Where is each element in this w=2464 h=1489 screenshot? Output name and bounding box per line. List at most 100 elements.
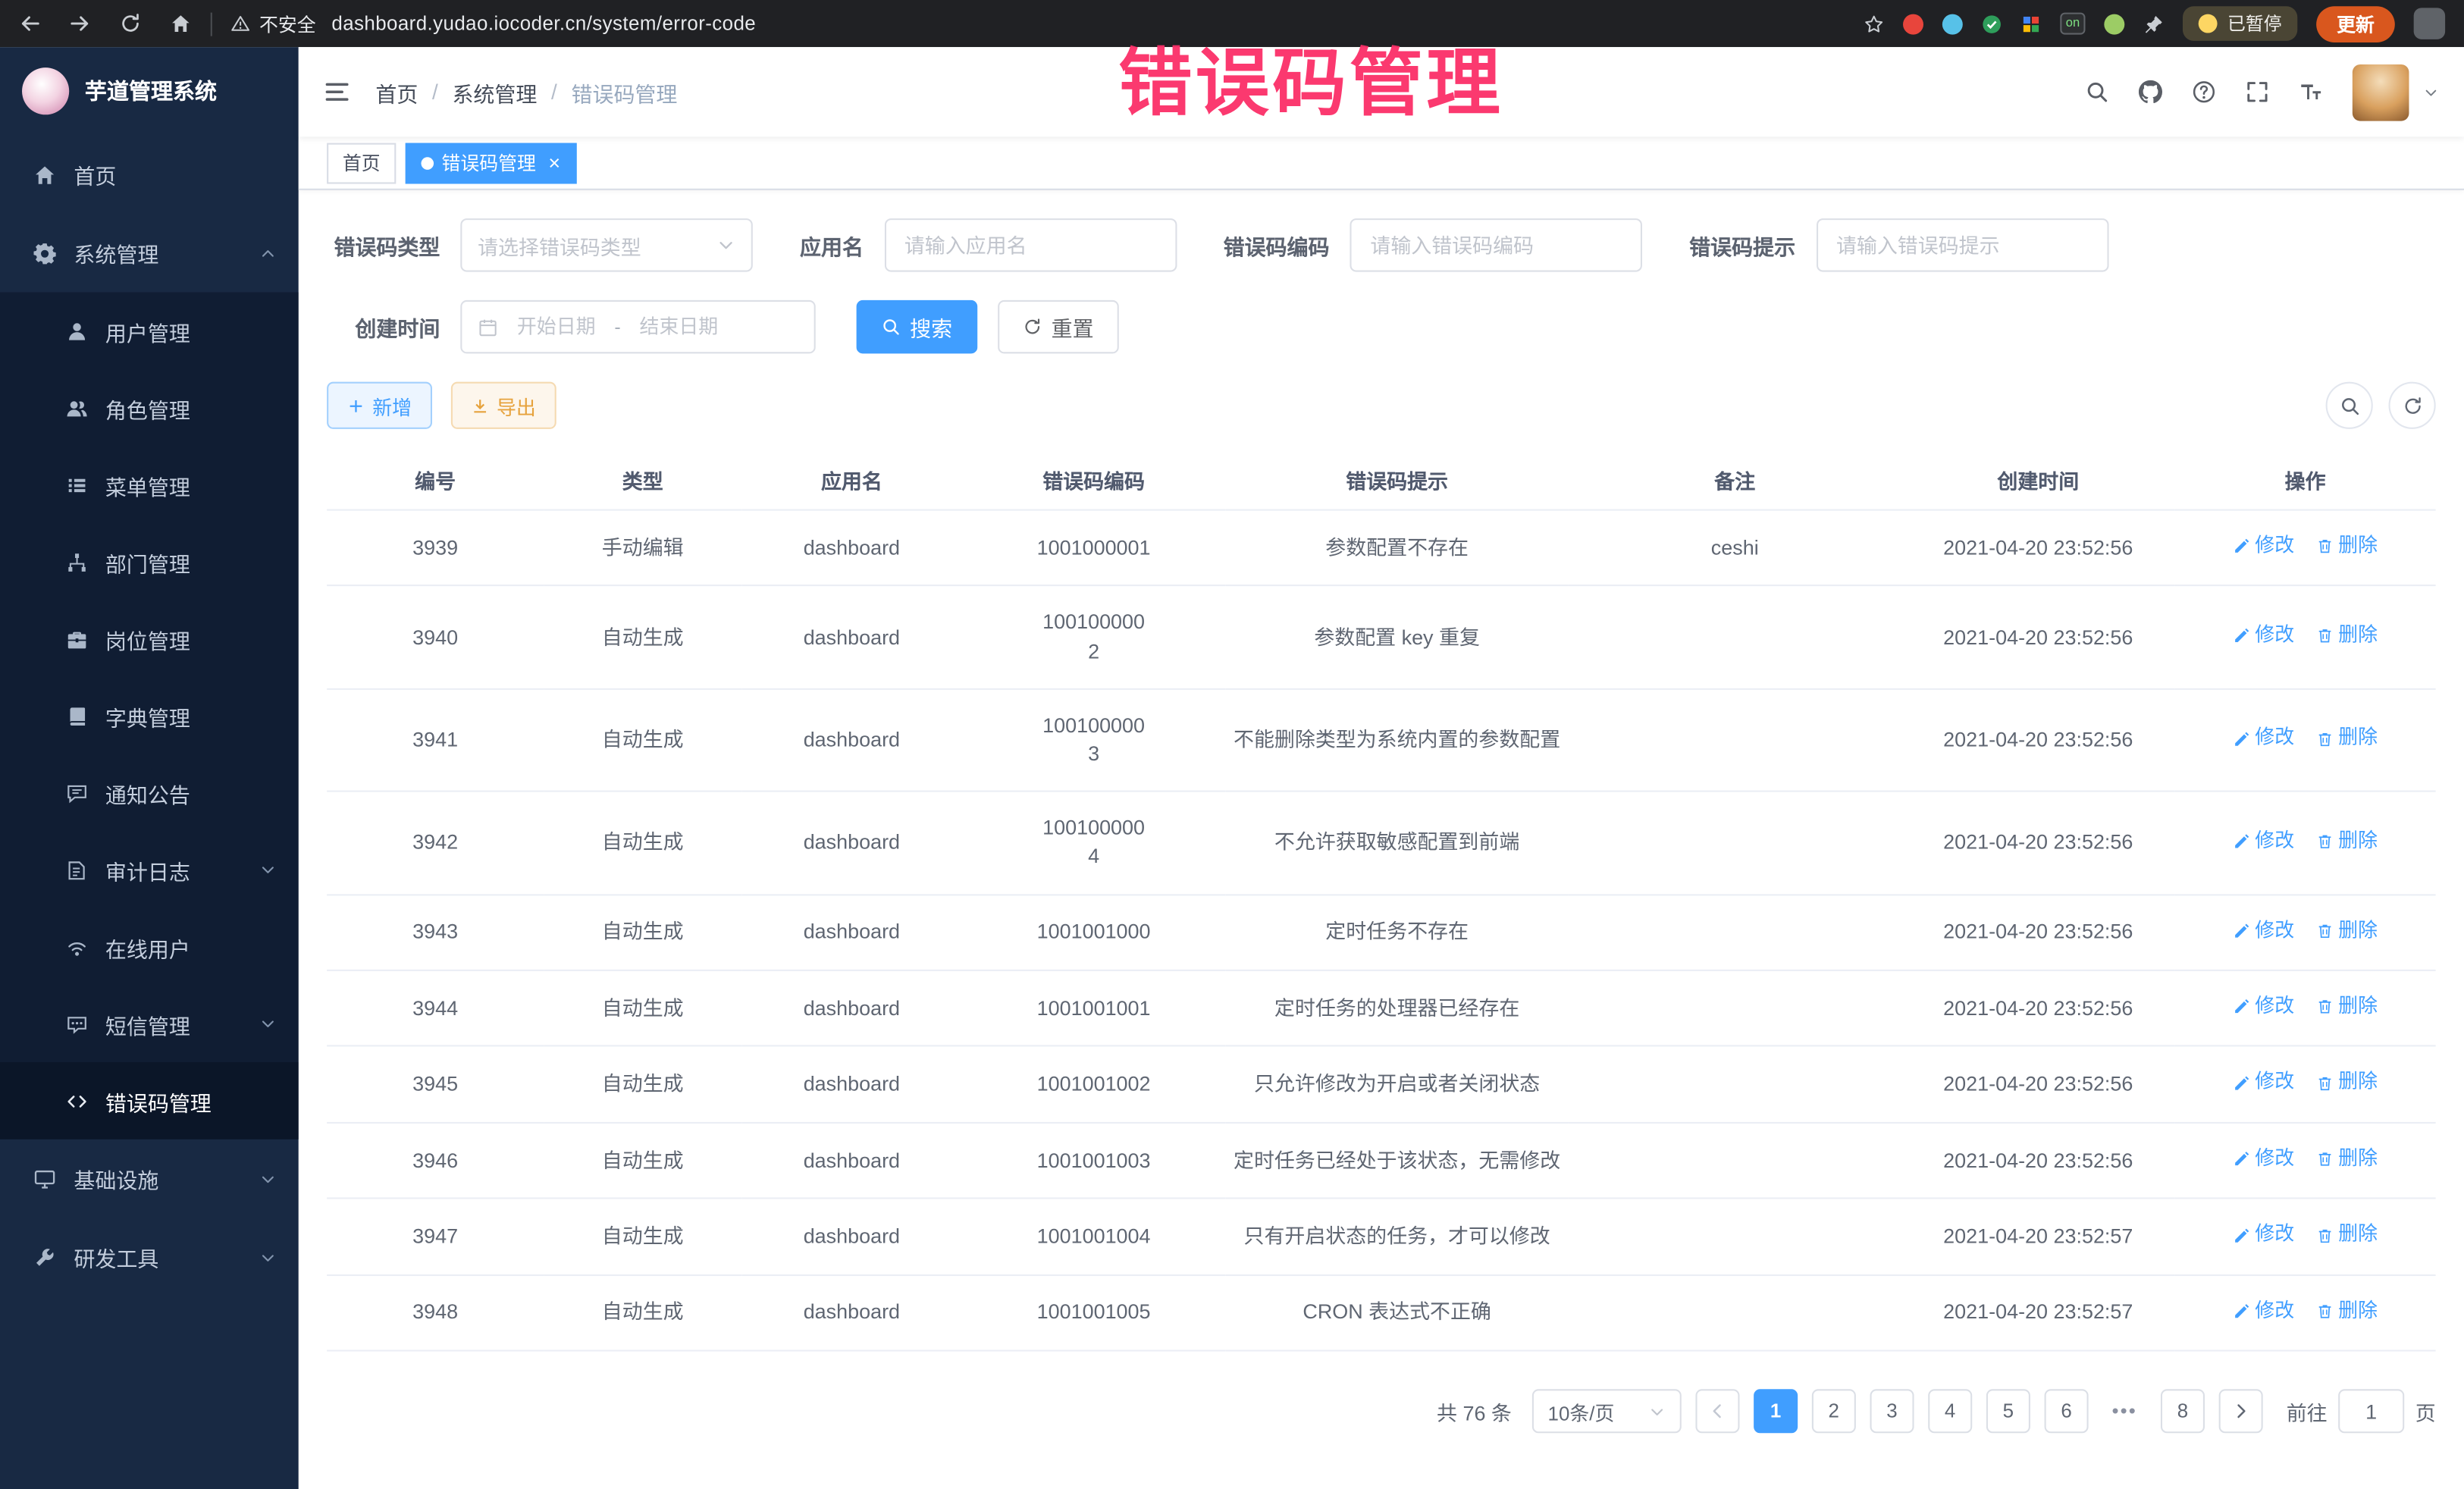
date-range-picker[interactable]: - <box>460 300 815 353</box>
search-button[interactable]: 搜索 <box>857 300 978 353</box>
font-size-icon[interactable] <box>2299 80 2322 104</box>
error-message-input[interactable] <box>1816 218 2108 271</box>
extension-icon-on[interactable]: on <box>2059 13 2086 35</box>
column-header-2: 应用名 <box>741 451 961 510</box>
export-button[interactable]: 导出 <box>451 382 556 429</box>
pager-page-2[interactable]: 2 <box>1812 1390 1856 1434</box>
reset-button[interactable]: 重置 <box>998 300 1119 353</box>
sidebar-item-home[interactable]: 首页 <box>0 135 299 214</box>
edit-link[interactable]: 修改 <box>2233 1146 2294 1173</box>
pager-page-4[interactable]: 4 <box>1928 1390 1972 1434</box>
refresh-table-button[interactable] <box>2389 382 2436 429</box>
cell-message: 定时任务的处理器已经存在 <box>1226 970 1569 1046</box>
browser-home-icon[interactable] <box>170 13 192 35</box>
cell-type: 自动生成 <box>544 1274 741 1350</box>
sidebar-item-sms-management[interactable]: 短信管理 <box>0 986 299 1063</box>
edit-link[interactable]: 修改 <box>2233 533 2294 560</box>
extension-icon-blue[interactable] <box>1942 14 1962 34</box>
browser-back-icon[interactable] <box>19 13 41 35</box>
sidebar-item-menu-management[interactable]: 菜单管理 <box>0 447 299 524</box>
close-icon[interactable]: × <box>548 152 560 173</box>
table-row: 3943自动生成dashboard1001001000定时任务不存在2021-0… <box>327 894 2436 970</box>
bookmark-star-icon[interactable] <box>1863 14 1883 34</box>
sidebar-item-infrastructure[interactable]: 基础设施 <box>0 1139 299 1218</box>
sidebar-item-audit-log[interactable]: 审计日志 <box>0 831 299 908</box>
sidebar-item-dict-management[interactable]: 字典管理 <box>0 677 299 754</box>
edit-link[interactable]: 修改 <box>2233 993 2294 1020</box>
hamburger-icon[interactable] <box>324 79 350 105</box>
goto-page-input[interactable] <box>2338 1390 2404 1434</box>
delete-link[interactable]: 删除 <box>2316 1221 2378 1249</box>
sidebar-item-dept-management[interactable]: 部门管理 <box>0 523 299 600</box>
chevron-down-icon[interactable] <box>2423 84 2439 100</box>
app-logo[interactable]: 芋道管理系统 <box>0 47 299 135</box>
tag-home[interactable]: 首页 <box>327 143 396 183</box>
delete-link[interactable]: 删除 <box>2316 622 2378 650</box>
update-button[interactable]: 更新 <box>2316 5 2395 42</box>
delete-link[interactable]: 删除 <box>2316 993 2378 1020</box>
end-date-input[interactable] <box>630 316 728 338</box>
app-name-input[interactable] <box>884 218 1177 271</box>
user-icon <box>66 320 88 342</box>
tag-error-code[interactable]: 错误码管理× <box>406 143 576 183</box>
delete-link[interactable]: 删除 <box>2316 828 2378 855</box>
github-icon[interactable] <box>2139 80 2162 104</box>
start-date-input[interactable] <box>507 316 605 338</box>
breadcrumb-item[interactable]: 系统管理 <box>452 77 537 108</box>
browser-reload-icon[interactable] <box>120 13 142 35</box>
edit-link[interactable]: 修改 <box>2233 725 2294 752</box>
header-search-icon[interactable] <box>2085 80 2108 104</box>
extension-icon-green[interactable] <box>2105 14 2125 34</box>
delete-link[interactable]: 删除 <box>2316 1146 2378 1173</box>
extension-icon-grid[interactable] <box>2020 14 2041 34</box>
breadcrumb-item[interactable]: 首页 <box>375 77 418 108</box>
pager-page-6[interactable]: 6 <box>2045 1390 2089 1434</box>
sidebar-item-user-management[interactable]: 用户管理 <box>0 293 299 370</box>
cell-message: 定时任务不存在 <box>1226 894 1569 970</box>
sidebar-item-system-management[interactable]: 系统管理 <box>0 214 299 293</box>
extension-icon-red[interactable] <box>1902 14 1923 34</box>
address-bar[interactable]: dashboard.yudao.iocoder.cn/system/error-… <box>331 13 756 35</box>
paused-badge[interactable]: 已暂停 <box>2183 6 2297 41</box>
error-code-input[interactable] <box>1350 218 1642 271</box>
pager-ellipsis[interactable]: ••• <box>2102 1390 2146 1434</box>
sidebar-item-notice[interactable]: 通知公告 <box>0 754 299 832</box>
edit-link[interactable]: 修改 <box>2233 1069 2294 1096</box>
edit-link[interactable]: 修改 <box>2233 622 2294 650</box>
avatar[interactable] <box>2353 64 2409 121</box>
pager-page-8[interactable]: 8 <box>2161 1390 2205 1434</box>
delete-link[interactable]: 删除 <box>2316 725 2378 752</box>
edit-link[interactable]: 修改 <box>2233 828 2294 855</box>
sidebar-item-online-users[interactable]: 在线用户 <box>0 908 299 986</box>
help-icon[interactable] <box>2192 80 2215 104</box>
delete-link[interactable]: 删除 <box>2316 533 2378 560</box>
filter-label-error-code: 错误码编码 <box>1224 230 1330 261</box>
browser-profile-avatar[interactable] <box>2414 8 2445 39</box>
cell-time: 2021-04-20 23:52:56 <box>1901 586 2175 689</box>
pager-page-1[interactable]: 1 <box>1754 1390 1798 1434</box>
pager-page-3[interactable]: 3 <box>1870 1390 1914 1434</box>
toggle-search-button[interactable] <box>2326 382 2373 429</box>
cell-type: 自动生成 <box>544 970 741 1046</box>
pager-page-5[interactable]: 5 <box>1986 1390 2030 1434</box>
delete-link[interactable]: 删除 <box>2316 1069 2378 1096</box>
error-type-select[interactable]: 请选择错误码类型 <box>460 218 753 271</box>
delete-link[interactable]: 删除 <box>2316 917 2378 945</box>
sidebar-item-role-management[interactable]: 角色管理 <box>0 369 299 447</box>
edit-link[interactable]: 修改 <box>2233 1298 2294 1325</box>
extension-icon-check[interactable] <box>1981 14 2002 34</box>
sidebar-item-dev-tools[interactable]: 研发工具 <box>0 1218 299 1296</box>
next-page-button[interactable] <box>2219 1390 2263 1434</box>
pin-icon[interactable] <box>2144 14 2165 34</box>
security-indicator[interactable]: 不安全 <box>231 10 316 36</box>
add-button[interactable]: 新增 <box>327 382 432 429</box>
edit-link[interactable]: 修改 <box>2233 917 2294 945</box>
fullscreen-icon[interactable] <box>2246 80 2269 104</box>
sidebar-item-error-code-management[interactable]: 错误码管理 <box>0 1062 299 1139</box>
delete-link[interactable]: 删除 <box>2316 1298 2378 1325</box>
edit-link[interactable]: 修改 <box>2233 1221 2294 1249</box>
prev-page-button[interactable] <box>1695 1390 1739 1434</box>
sidebar-item-post-management[interactable]: 岗位管理 <box>0 600 299 678</box>
page-size-select[interactable]: 10条/页 <box>1532 1390 1682 1434</box>
browser-forward-icon[interactable] <box>69 13 91 35</box>
